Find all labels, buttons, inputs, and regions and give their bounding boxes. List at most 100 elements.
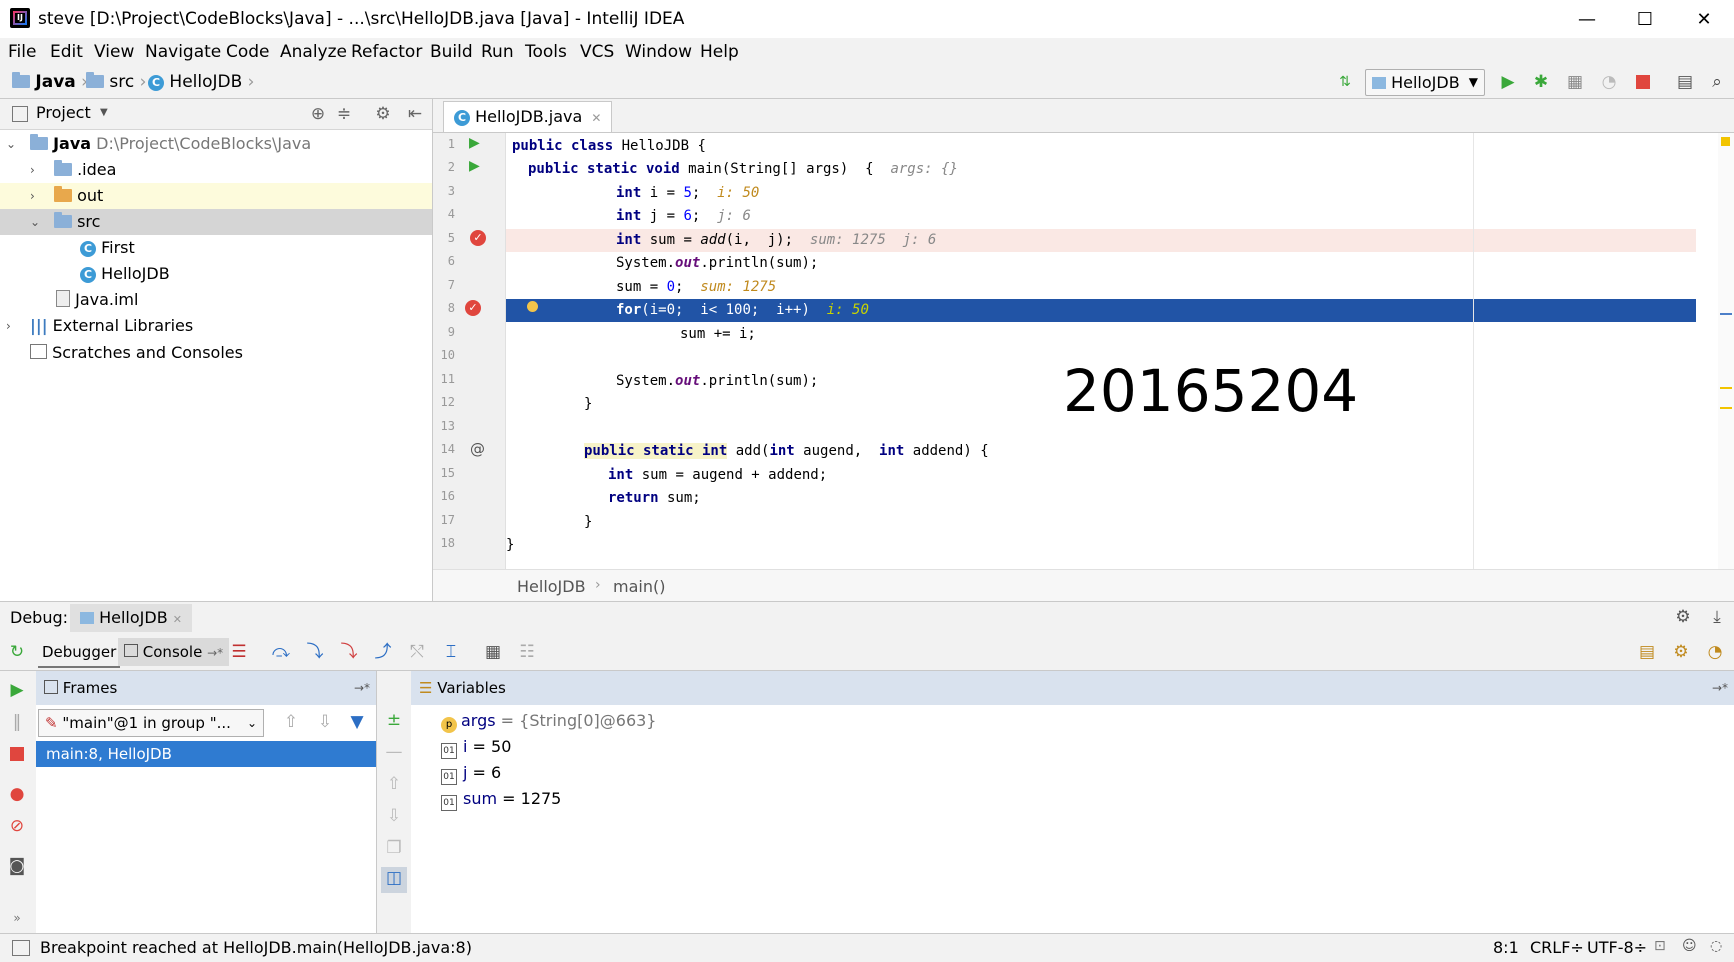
gear-icon[interactable]: ⚙	[372, 103, 394, 125]
tree-item-scratches[interactable]: Scratches and Consoles	[0, 340, 432, 366]
code-line-1[interactable]: public class HelloJDB {	[506, 135, 1696, 158]
line-separator[interactable]: CRLF÷	[1530, 938, 1584, 957]
move-down-icon[interactable]: ⇩	[383, 805, 405, 827]
drop-frame-icon[interactable]: ⤲	[406, 641, 428, 663]
tree-item-hellojdb[interactable]: C HelloJDB	[0, 261, 432, 287]
menu-analyze[interactable]: Analyze	[280, 42, 347, 62]
menu-navigate[interactable]: Navigate	[145, 42, 221, 62]
pin-icon[interactable]: →*	[354, 671, 370, 705]
project-structure-icon[interactable]: ▤	[1674, 71, 1696, 93]
more-icon[interactable]: ◔	[1704, 641, 1726, 663]
close-tab-icon[interactable]: ✕	[591, 111, 601, 125]
tree-item-out[interactable]: › out	[0, 183, 432, 209]
minimize-button[interactable]: —	[1558, 0, 1616, 38]
pin-icon[interactable]: →*	[1712, 671, 1728, 705]
tab-console[interactable]: Console →*	[118, 638, 230, 666]
settings-layout-icon[interactable]: ⚙	[1670, 641, 1692, 663]
collapse-all-icon[interactable]: ≑	[333, 103, 355, 125]
tree-item-java-iml[interactable]: Java.iml	[0, 287, 432, 313]
coverage-icon[interactable]: ▦	[1564, 71, 1586, 93]
code-line-16[interactable]: return sum;	[506, 487, 1696, 510]
variable-row[interactable]: p args = {String[0]@663}	[441, 709, 656, 733]
search-icon[interactable]: ⌕	[1706, 71, 1728, 93]
menu-view[interactable]: View	[94, 42, 134, 62]
breadcrumb-class[interactable]: HelloJDB	[517, 577, 586, 596]
event-log-icon[interactable]: ◌	[1710, 938, 1722, 954]
code-line-7[interactable]: sum = 0; sum: 1275	[506, 276, 1696, 299]
code-line-17[interactable]: }	[506, 511, 1696, 534]
menu-help[interactable]: Help	[700, 42, 739, 62]
step-out-icon[interactable]: ⤴	[372, 641, 394, 663]
run-to-cursor-icon[interactable]: ⌶	[440, 641, 462, 663]
duplicate-icon[interactable]: ❐	[383, 837, 405, 859]
gear-icon[interactable]: ⚙	[1672, 606, 1694, 628]
tree-item-src[interactable]: ⌄ src	[0, 209, 432, 235]
breadcrumb-java[interactable]: Java ›	[12, 72, 88, 92]
chevron-down-icon[interactable]: ▼	[100, 107, 108, 118]
run-icon[interactable]: ▶	[1497, 71, 1519, 93]
new-watch-icon[interactable]: ±	[383, 709, 405, 731]
run-gutter-icon[interactable]: ▶	[469, 158, 480, 174]
debug-icon[interactable]: ✱	[1530, 71, 1552, 93]
stop-icon[interactable]	[1636, 75, 1650, 89]
menu-code[interactable]: Code	[226, 42, 270, 62]
evaluate-expression-icon[interactable]: ▦	[482, 641, 504, 663]
code-line-15[interactable]: int sum = augend + addend;	[506, 464, 1696, 487]
file-encoding[interactable]: UTF-8÷	[1587, 938, 1647, 957]
caret-position[interactable]: 8:1	[1493, 938, 1519, 957]
tree-item-first[interactable]: C First	[0, 235, 432, 261]
code-line-5-breakpoint[interactable]: int sum = add(i, j); sum: 1275 j: 6	[506, 229, 1696, 252]
tab-hellojdb-java[interactable]: C HelloJDB.java ✕	[443, 101, 613, 132]
expand-icon[interactable]: »	[6, 907, 28, 929]
move-up-icon[interactable]: ⇧	[383, 773, 405, 795]
tree-item-idea[interactable]: › .idea	[0, 157, 432, 183]
inspector-icon[interactable]: ☺	[1682, 938, 1697, 954]
locate-icon[interactable]: ⊕	[307, 103, 329, 125]
restore-layout-icon[interactable]: ▤	[1636, 641, 1658, 663]
code-line-3[interactable]: int i = 5; i: 50	[506, 182, 1696, 205]
breadcrumb-src[interactable]: src ›	[86, 72, 146, 92]
step-over-icon[interactable]: ⤼	[270, 641, 292, 663]
mute-breakpoints-icon[interactable]: ⊘	[6, 815, 28, 837]
hide-panel-icon[interactable]: ⤓	[1706, 606, 1728, 628]
tab-debugger[interactable]: Debugger	[38, 638, 121, 668]
editor-scrollbar[interactable]	[1718, 133, 1734, 569]
menu-edit[interactable]: Edit	[50, 42, 83, 62]
force-step-into-icon[interactable]: ⤵	[338, 641, 360, 663]
breadcrumb-method[interactable]: main()	[613, 577, 665, 596]
menu-run[interactable]: Run	[481, 42, 514, 62]
code-line-18[interactable]: }	[506, 534, 1696, 557]
next-frame-icon[interactable]: ⇩	[314, 711, 336, 733]
filter-icon[interactable]: ▼	[346, 711, 368, 733]
code-line-9[interactable]: sum += i;	[506, 323, 1696, 346]
intention-bulb-icon[interactable]	[527, 301, 538, 312]
thread-selector[interactable]: ✎ "main"@1 in group "... ⌄	[38, 709, 264, 737]
trace-icon[interactable]: ☷	[516, 641, 538, 663]
sort-icon[interactable]: ⇅	[1334, 71, 1356, 93]
maximize-button[interactable]: ☐	[1616, 0, 1674, 38]
code-line-14[interactable]: public static int add(int augend, int ad…	[506, 440, 1696, 463]
pause-icon[interactable]: ‖	[6, 711, 28, 733]
project-view-selector[interactable]: Project	[36, 103, 91, 122]
resume-icon[interactable]: ▶	[6, 679, 28, 701]
view-breakpoints-icon[interactable]: ●	[6, 783, 28, 805]
run-config-dropdown[interactable]: HelloJDB ▼	[1365, 69, 1485, 96]
close-tab-icon[interactable]: ✕	[173, 613, 182, 626]
variable-row[interactable]: 01 sum = 1275	[441, 787, 561, 811]
run-gutter-icon[interactable]: ▶	[469, 135, 480, 151]
menu-window[interactable]: Window	[625, 42, 692, 62]
hide-panel-icon[interactable]: ⇤	[404, 103, 426, 125]
tree-item-external-libraries[interactable]: › ||| External Libraries	[0, 313, 432, 339]
close-window-button[interactable]: ✕	[1675, 0, 1733, 38]
inspection-status-icon[interactable]	[1721, 137, 1730, 146]
menu-refactor[interactable]: Refactor	[351, 42, 422, 62]
code-line-6[interactable]: System.out.println(sum);	[506, 252, 1696, 275]
code-line-2[interactable]: public static void main(String[] args) {…	[506, 158, 1696, 181]
breakpoint-icon[interactable]: ✓	[465, 300, 481, 316]
remove-watch-icon[interactable]: —	[383, 741, 405, 763]
code-line-8-current[interactable]: for(i=0; i< 100; i++) i: 50	[506, 299, 1696, 322]
menu-build[interactable]: Build	[430, 42, 473, 62]
tree-item-java-root[interactable]: ⌄ Java D:\Project\CodeBlocks\Java	[0, 131, 432, 157]
camera-icon[interactable]: ◙	[6, 855, 28, 877]
menu-file[interactable]: File	[8, 42, 36, 62]
